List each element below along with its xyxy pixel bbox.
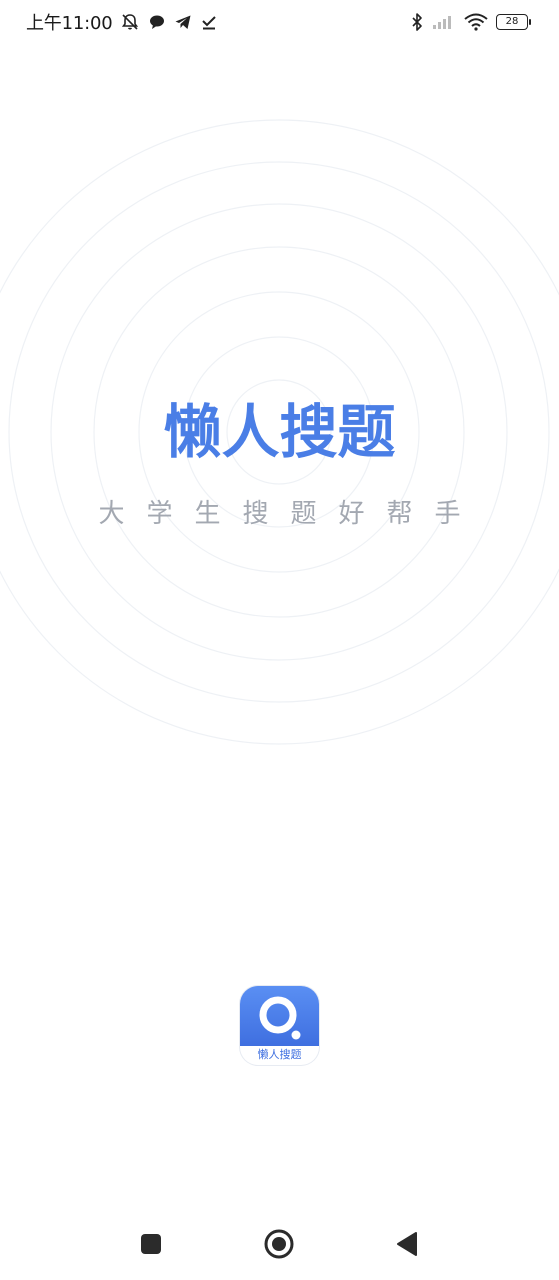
battery-tip: [529, 19, 531, 25]
magnifier-q-icon: [259, 996, 301, 1040]
alarm-off-icon: [120, 12, 140, 32]
navigation-bar: [0, 1212, 559, 1276]
battery-level: 28: [496, 14, 528, 30]
download-done-icon: [200, 13, 218, 31]
home-button[interactable]: [263, 1228, 295, 1260]
background-rings: [0, 119, 559, 745]
status-bar: 上午11:00 28: [0, 0, 559, 44]
app-logo: 懒人搜题: [240, 986, 319, 1065]
splash-screen: 上午11:00 28 懒人搜题 大学生搜题好帮手 懒人搜题: [0, 0, 559, 1280]
app-title: 懒人搜题: [163, 398, 396, 466]
app-slogan: 大学生搜题好帮手: [98, 499, 483, 529]
app-logo-label: 懒人搜题: [257, 1048, 302, 1061]
chat-bubble-icon: [148, 13, 166, 31]
status-left: 上午11:00: [26, 9, 218, 35]
bluetooth-icon: [410, 12, 424, 32]
recents-button[interactable]: [135, 1228, 167, 1260]
status-right: 28: [410, 12, 531, 32]
back-triangle-icon: [397, 1232, 417, 1256]
recents-square-icon: [141, 1234, 161, 1254]
battery-icon: 28: [496, 14, 531, 30]
wifi-icon: [464, 13, 488, 31]
telegram-icon: [174, 13, 192, 31]
status-time: 上午11:00: [26, 13, 113, 34]
home-circle-icon: [264, 1229, 294, 1259]
signal-icon: [432, 14, 456, 30]
back-button[interactable]: [391, 1228, 423, 1260]
